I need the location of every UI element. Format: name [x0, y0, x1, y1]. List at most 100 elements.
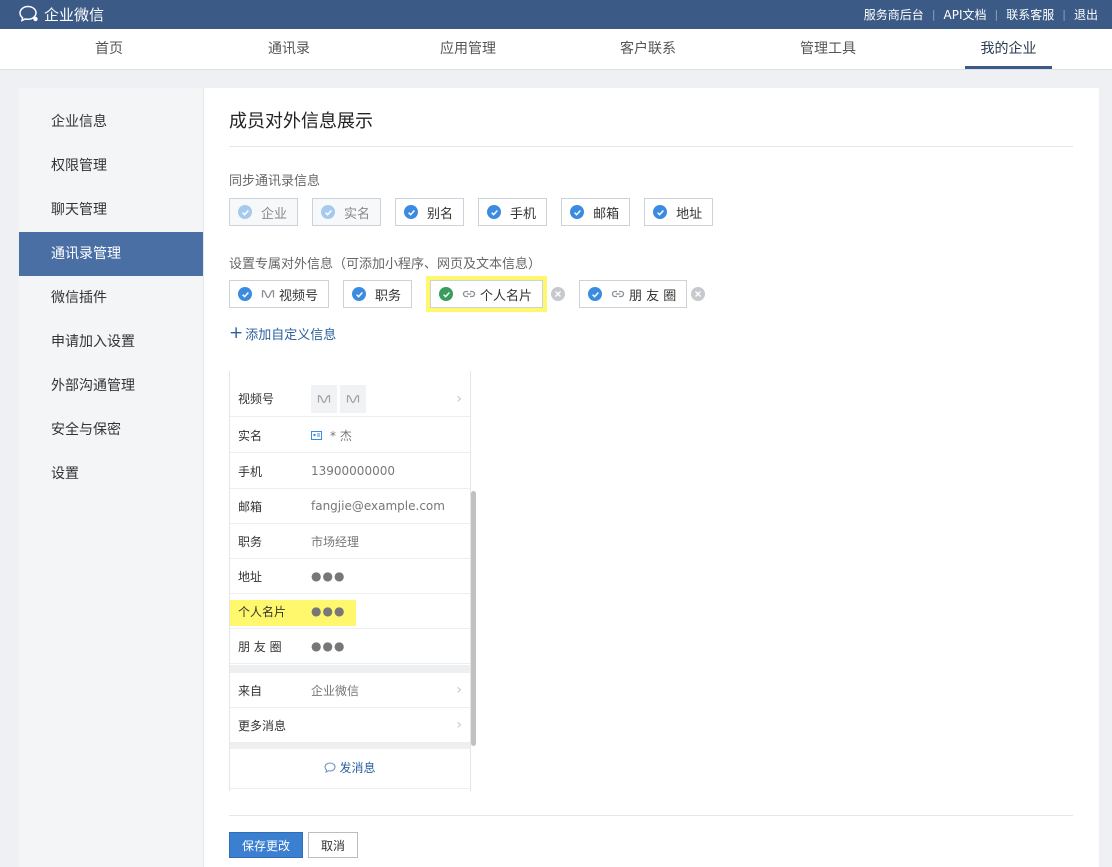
sidebar: 企业信息 权限管理 聊天管理 通讯录管理 微信插件 申请加入设置 外部沟通管理 …	[19, 88, 204, 867]
check-icon	[588, 287, 603, 301]
add-custom-info-link[interactable]: + 添加自定义信息	[229, 323, 337, 344]
sync-option-address[interactable]: 地址	[644, 198, 714, 226]
save-button[interactable]: 保存更改	[229, 832, 303, 858]
sync-option-real-name[interactable]: 实名	[312, 198, 382, 226]
send-message-button[interactable]: 发消息	[230, 747, 470, 789]
preview-key: 地址	[238, 569, 263, 584]
preview-value: fangjie@example.com	[311, 499, 445, 513]
brand[interactable]: 企业微信	[18, 4, 104, 24]
preview-key: 实名	[238, 428, 263, 443]
sidebar-item-contacts-management[interactable]: 通讯录管理	[19, 232, 203, 276]
preview-row-from[interactable]: 来自 企业微信 ›	[230, 673, 470, 708]
preview-value: ●●●	[311, 569, 346, 583]
separator: |	[931, 8, 936, 21]
preview-key: 更多消息	[238, 718, 287, 733]
sidebar-item-settings[interactable]: 设置	[19, 452, 203, 496]
tab-apps[interactable]: 应用管理	[424, 29, 512, 69]
check-icon	[570, 205, 585, 219]
sync-option-email[interactable]: 邮箱	[561, 198, 631, 226]
custom-option-position[interactable]: 职务	[343, 280, 413, 308]
logout-link[interactable]: 退出	[1074, 6, 1098, 23]
preview-key: 个人名片	[238, 604, 287, 619]
sync-option-enterprise[interactable]: 企业	[229, 198, 299, 226]
sync-option-label: 实名	[344, 206, 371, 222]
tab-home[interactable]: 首页	[65, 29, 153, 69]
check-icon	[487, 205, 502, 219]
tab-my-enterprise[interactable]: 我的企业	[965, 29, 1052, 69]
sync-option-label: 地址	[676, 206, 703, 222]
preview-key: 朋 友 圈	[238, 639, 282, 654]
preview-row-mobile: 手机 13900000000	[230, 454, 470, 489]
preview-row-channels[interactable]: 视频号 ›	[230, 381, 470, 417]
sync-section-label: 同步通讯录信息	[229, 174, 321, 189]
content-card: 企业信息 权限管理 聊天管理 通讯录管理 微信插件 申请加入设置 外部沟通管理 …	[19, 88, 1099, 867]
preview-value: 企业微信	[311, 683, 360, 698]
sync-option-mobile[interactable]: 手机	[478, 198, 548, 226]
check-icon	[238, 287, 252, 301]
custom-option-business-card[interactable]: 个人名片	[430, 280, 544, 308]
preview-key: 邮箱	[238, 499, 263, 514]
remove-business-card-icon[interactable]	[551, 287, 566, 301]
send-message-label: 发消息	[339, 761, 376, 775]
plus-icon: +	[229, 323, 244, 343]
add-custom-info-label: 添加自定义信息	[245, 328, 337, 343]
api-docs-link[interactable]: API文档	[944, 6, 987, 23]
chevron-right-icon: ›	[456, 682, 462, 698]
remove-moments-icon[interactable]	[691, 287, 706, 301]
custom-option-channels[interactable]: 视频号	[229, 280, 330, 308]
link-icon	[611, 287, 625, 301]
preview-row-email: 邮箱 fangjie@example.com	[230, 489, 470, 524]
custom-section-label: 设置专属对外信息（可添加小程序、网页及文本信息）	[229, 257, 542, 272]
tab-contacts[interactable]: 通讯录	[245, 29, 333, 69]
sidebar-item-join-settings[interactable]: 申请加入设置	[19, 320, 203, 364]
sidebar-item-external-communication[interactable]: 外部沟通管理	[19, 364, 203, 408]
channels-icon	[261, 287, 275, 301]
preview-key: 视频号	[238, 392, 275, 406]
preview-row-address: 地址 ●●●	[230, 559, 470, 594]
custom-option-label: 视频号	[279, 288, 319, 304]
main-panel: 成员对外信息展示 同步通讯录信息 企业 实名 别名 手机 邮箱 地址 设置专属对…	[229, 88, 1074, 867]
sync-option-label: 邮箱	[593, 206, 620, 222]
sidebar-item-security[interactable]: 安全与保密	[19, 408, 203, 452]
tab-tools[interactable]: 管理工具	[784, 29, 872, 69]
id-card-icon	[311, 430, 322, 440]
check-icon	[321, 205, 336, 219]
preview-row-real-name: 实名 * 杰	[230, 418, 470, 453]
preview-scrollbar[interactable]	[471, 491, 476, 746]
chevron-right-icon: ›	[456, 717, 462, 733]
sync-option-label: 手机	[510, 206, 537, 222]
top-links: 服务商后台 | API文档 | 联系客服 | 退出	[864, 6, 1098, 23]
preview-key: 手机	[238, 464, 263, 479]
preview-row-more[interactable]: 更多消息 ›	[230, 708, 470, 743]
service-provider-link[interactable]: 服务商后台	[864, 6, 924, 23]
preview-value: 市场经理	[311, 534, 360, 549]
channels-thumb-icon	[311, 384, 337, 413]
preview-value: ●●●	[311, 639, 346, 653]
custom-option-label: 朋 友 圈	[629, 288, 677, 304]
cancel-button[interactable]: 取消	[308, 832, 358, 858]
contact-support-link[interactable]: 联系客服	[1006, 6, 1054, 23]
section-gap	[230, 665, 470, 673]
preview-row-moments[interactable]: 朋 友 圈 ●●●	[230, 629, 470, 664]
top-bar: 企业微信 服务商后台 | API文档 | 联系客服 | 退出	[0, 0, 1112, 29]
preview-value: ●●●	[311, 604, 346, 618]
sidebar-item-chat[interactable]: 聊天管理	[19, 188, 203, 232]
sidebar-item-wechat-plugin[interactable]: 微信插件	[19, 276, 203, 320]
preview-row-business-card[interactable]: 个人名片 ●●●	[230, 594, 470, 629]
sync-option-label: 企业	[261, 206, 288, 222]
highlight-box: 个人名片	[426, 276, 548, 312]
sync-option-alias[interactable]: 别名	[395, 198, 465, 226]
preview-key: 职务	[238, 534, 263, 549]
channels-thumb-icon	[340, 384, 366, 413]
check-icon	[439, 287, 454, 301]
sidebar-item-permissions[interactable]: 权限管理	[19, 144, 203, 188]
tab-customer[interactable]: 客户联系	[604, 29, 692, 69]
preview-value-text: * 杰	[330, 428, 352, 443]
custom-option-moments[interactable]: 朋 友 圈	[579, 280, 688, 308]
check-icon	[238, 205, 252, 219]
separator: |	[1062, 8, 1066, 21]
page-title: 成员对外信息展示	[229, 111, 373, 132]
custom-option-label: 职务	[375, 288, 402, 304]
sidebar-item-enterprise-info[interactable]: 企业信息	[19, 100, 203, 144]
main-nav: 首页 通讯录 应用管理 客户联系 管理工具 我的企业	[0, 29, 1112, 70]
